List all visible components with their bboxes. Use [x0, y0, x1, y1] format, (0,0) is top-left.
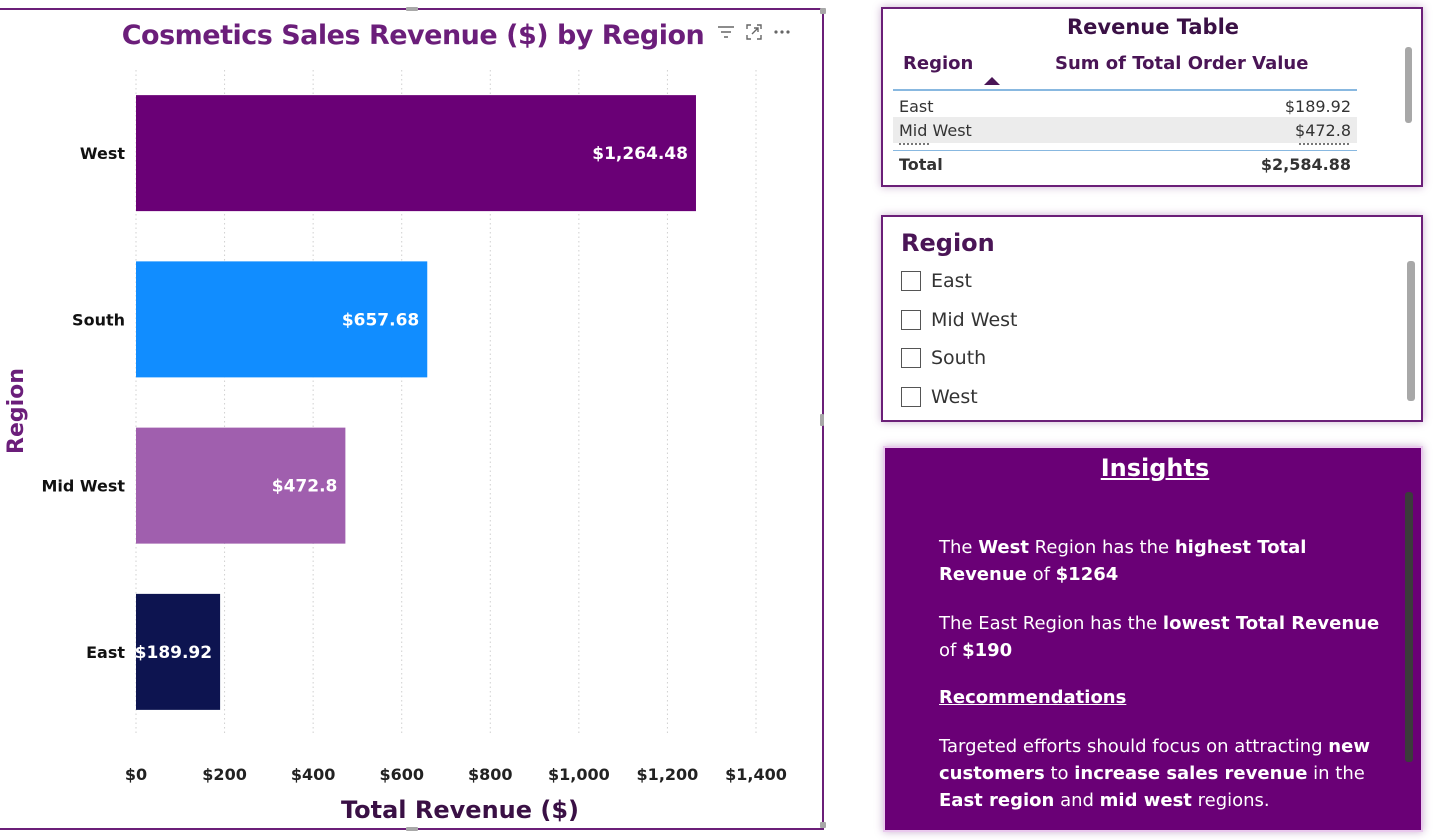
insights-title: Insights: [1100, 454, 1210, 482]
bar-data-label: $657.68: [342, 310, 419, 330]
checkbox[interactable]: [901, 387, 921, 407]
insight-recommendation: Targeted efforts should focus on attract…: [939, 736, 1370, 811]
revenue-table-visual[interactable]: Revenue Table Region Sum of Total Order …: [881, 7, 1423, 187]
column-header-sum-total-order-value[interactable]: Sum of Total Order Value: [1055, 53, 1308, 74]
bar-data-label: $472.8: [272, 477, 338, 497]
checkbox[interactable]: [901, 310, 921, 330]
recommendations-heading: Recommendations: [939, 687, 1127, 708]
region-slicer-visual[interactable]: Region East Mid West South West: [881, 215, 1423, 422]
cell-region: Mid West: [899, 121, 972, 140]
x-tick-label: $200: [202, 765, 247, 784]
y-category-label: South: [72, 310, 125, 329]
x-tick-label: $1,000: [548, 765, 610, 784]
y-category-label: Mid West: [41, 477, 125, 496]
slicer-item-label: West: [931, 386, 978, 408]
table-title: Revenue Table: [1066, 15, 1240, 39]
slicer-item-label: East: [931, 270, 972, 292]
total-label: Total: [899, 155, 943, 174]
table-scrollbar[interactable]: [1405, 47, 1412, 123]
table-row[interactable]: Mid West $472.8: [893, 117, 1357, 143]
column-header-region[interactable]: Region: [903, 53, 973, 74]
cell-value: $189.92: [1284, 97, 1351, 116]
slicer-item-mid-west[interactable]: Mid West: [901, 307, 1017, 333]
cell-region: East: [899, 97, 934, 116]
bar-data-label: $189.92: [135, 643, 212, 663]
x-tick-label: $1,200: [637, 765, 699, 784]
sort-ascending-icon[interactable]: [984, 77, 1000, 85]
insights-textbox: Insights The West Region has the highest…: [883, 446, 1423, 832]
x-tick-label: $0: [125, 765, 147, 784]
x-tick-label: $400: [291, 765, 336, 784]
y-axis-title: Region: [4, 368, 29, 454]
x-tick-label: $600: [379, 765, 424, 784]
checkbox[interactable]: [901, 271, 921, 291]
insight-lowest-revenue: The East Region has the lowest Total Rev…: [939, 613, 1380, 661]
slicer-title: Region: [901, 229, 995, 257]
slicer-item-south[interactable]: South: [901, 345, 986, 371]
insights-scrollbar[interactable]: [1405, 492, 1413, 762]
x-tick-label: $800: [468, 765, 513, 784]
checkbox[interactable]: [901, 348, 921, 368]
y-category-label: East: [86, 643, 125, 662]
slicer-item-label: South: [931, 347, 987, 369]
y-category-label: West: [80, 144, 125, 163]
slicer-item-east[interactable]: East: [901, 268, 972, 294]
cell-value: $472.8: [1295, 121, 1351, 140]
chart-plot-area: $0 $200 $400 $600 $800 $1,000 $1,200 $1,400 West…: [41, 70, 787, 784]
x-axis-title: Total Revenue ($): [340, 796, 580, 824]
slicer-scrollbar[interactable]: [1407, 261, 1415, 401]
insight-highest-revenue: The West Region has the highest Total Re…: [939, 537, 1307, 585]
total-value: $2,584.88: [1260, 155, 1351, 174]
bar-chart-visual[interactable]: Cosmetics Sales Revenue ($) by Region $0…: [0, 7, 826, 831]
table-total-row: Total $2,584.88: [893, 151, 1357, 177]
bar-data-label: $1,264.48: [592, 144, 688, 164]
slicer-item-west[interactable]: West: [901, 384, 978, 410]
clipped-row: [893, 143, 1357, 150]
table-row[interactable]: East $189.92: [893, 93, 1357, 119]
header-divider: [893, 89, 1357, 91]
x-tick-label: $1,400: [725, 765, 787, 784]
slicer-item-label: Mid West: [931, 309, 1018, 331]
